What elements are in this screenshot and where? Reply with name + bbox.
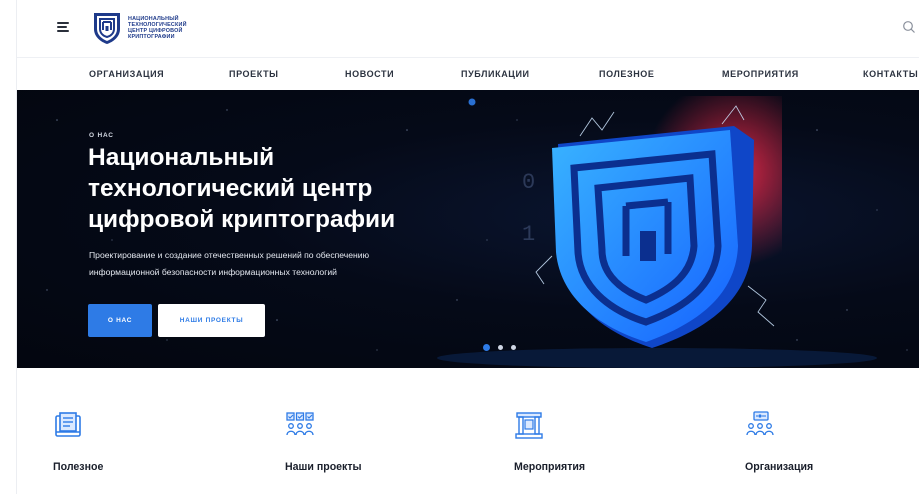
crypto-shield-illustration bbox=[522, 96, 782, 366]
hero-title-line: технологический центр bbox=[88, 175, 373, 202]
feature-label: Мероприятия bbox=[514, 461, 586, 473]
logo-line: НАЦИОНАЛЬНЫЙ bbox=[128, 15, 179, 22]
event-stage-icon bbox=[515, 412, 543, 439]
nav-item-organization[interactable]: ОРГАНИЗАЦИЯ bbox=[89, 69, 164, 79]
slider-dot-2[interactable] bbox=[498, 345, 503, 350]
feature-label: Полезное bbox=[53, 461, 104, 473]
slider-dot-3[interactable] bbox=[511, 345, 516, 350]
main-nav: ОРГАНИЗАЦИЯ ПРОЕКТЫ НОВОСТИ ПУБЛИКАЦИИ П… bbox=[17, 58, 919, 90]
nav-item-projects[interactable]: ПРОЕКТЫ bbox=[229, 69, 279, 79]
feature-label: Наши проекты bbox=[285, 461, 362, 473]
nav-item-news[interactable]: НОВОСТИ bbox=[345, 69, 394, 79]
shield-logo-icon bbox=[94, 13, 120, 44]
page: НАЦИОНАЛЬНЫЙ ТЕХНОЛОГИЧЕСКИЙ ЦЕНТР ЦИФРО… bbox=[16, 0, 919, 494]
logo-text: НАЦИОНАЛЬНЫЙ ТЕХНОЛОГИЧЕСКИЙ ЦЕНТР ЦИФРО… bbox=[128, 16, 187, 41]
nav-item-events[interactable]: МЕРОПРИЯТИЯ bbox=[722, 69, 799, 79]
site-logo[interactable]: НАЦИОНАЛЬНЫЙ ТЕХНОЛОГИЧЕСКИЙ ЦЕНТР ЦИФРО… bbox=[92, 11, 187, 45]
hero-title-line: Национальный bbox=[88, 144, 275, 171]
nav-item-publications[interactable]: ПУБЛИКАЦИИ bbox=[461, 69, 530, 79]
feature-events[interactable]: Мероприятия bbox=[514, 410, 674, 473]
feature-label: Организация bbox=[745, 461, 814, 473]
hero-eyebrow: О НАС bbox=[89, 132, 114, 139]
about-button[interactable]: О НАС bbox=[88, 304, 152, 337]
hero-title: Национальный технологический центр цифро… bbox=[88, 142, 528, 235]
feature-projects[interactable]: Наши проекты bbox=[285, 410, 445, 473]
feature-links: Полезное Наши проекты Мероприятия Органи… bbox=[17, 410, 919, 494]
site-header: НАЦИОНАЛЬНЫЙ ТЕХНОЛОГИЧЕСКИЙ ЦЕНТР ЦИФРО… bbox=[17, 0, 919, 58]
projects-icon bbox=[286, 412, 314, 436]
nav-item-contacts[interactable]: КОНТАКТЫ bbox=[863, 69, 918, 79]
hero-description-line: Проектирование и создание отечественных … bbox=[89, 250, 370, 260]
nav-item-useful[interactable]: ПОЛЕЗНОЕ bbox=[599, 69, 655, 79]
organization-icon bbox=[746, 411, 774, 436]
feature-useful[interactable]: Полезное bbox=[53, 410, 213, 473]
menu-icon[interactable] bbox=[57, 22, 69, 32]
search-icon[interactable] bbox=[902, 20, 916, 34]
hero-slider: 0 1 bbox=[17, 90, 919, 368]
feature-organization[interactable]: Организация bbox=[745, 410, 905, 473]
our-projects-button[interactable]: НАШИ ПРОЕКТЫ bbox=[158, 304, 265, 337]
hero-title-line: цифровой криптографии bbox=[88, 206, 396, 233]
hero-description-line: информационной безопасности информационн… bbox=[89, 267, 337, 277]
slider-dot-1[interactable] bbox=[483, 344, 490, 351]
slider-pagination bbox=[483, 344, 516, 351]
hero-description: Проектирование и создание отечественных … bbox=[89, 247, 489, 281]
logo-line: КРИПТОГРАФИИ bbox=[128, 34, 175, 41]
book-icon bbox=[55, 412, 81, 437]
